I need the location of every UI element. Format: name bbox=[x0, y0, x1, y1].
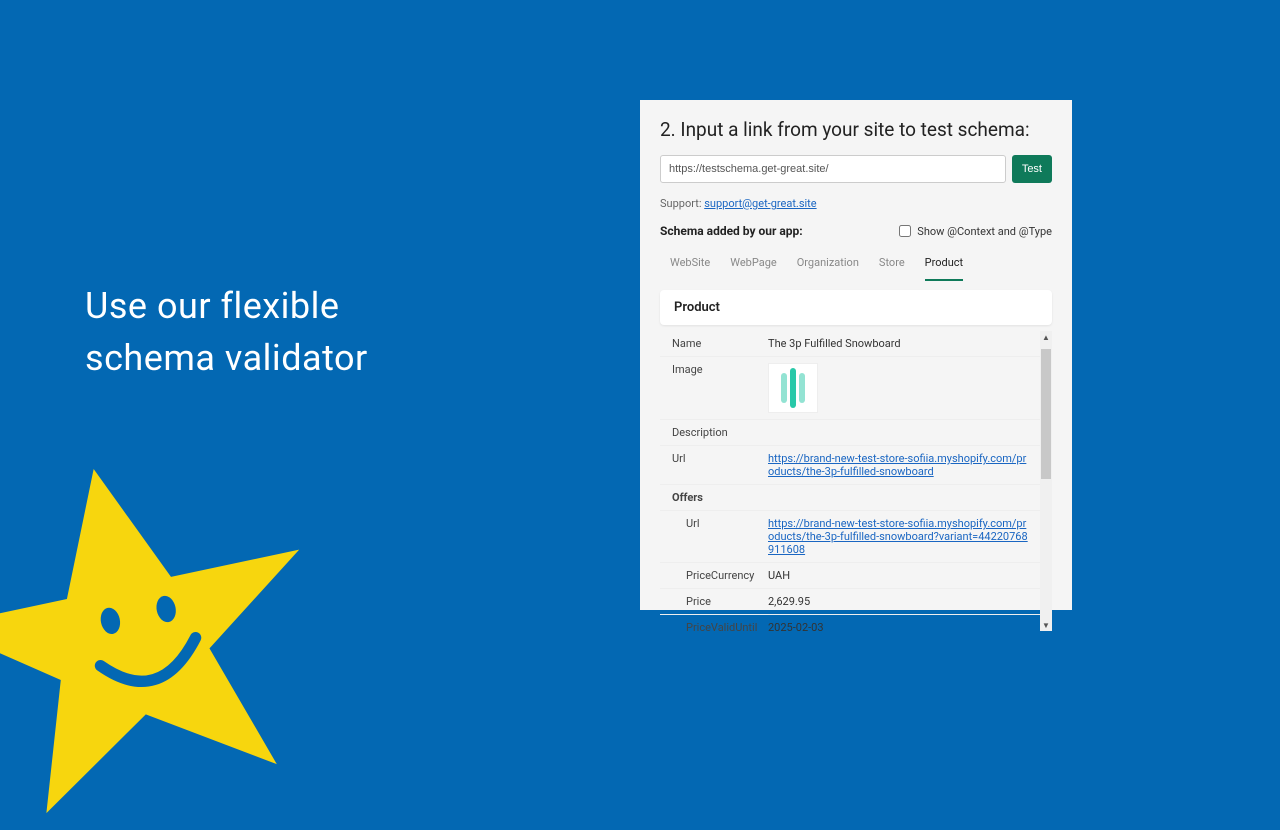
table-row-offer-url: Url https://brand-new-test-store-sofiia.… bbox=[660, 511, 1040, 563]
cell-key: Name bbox=[672, 337, 768, 350]
star-illustration bbox=[0, 450, 320, 830]
cell-value: https://brand-new-test-store-sofiia.mysh… bbox=[768, 517, 1028, 556]
tab-organization[interactable]: Organization bbox=[797, 248, 859, 281]
tab-webpage[interactable]: WebPage bbox=[730, 248, 776, 281]
scroll-up-icon[interactable]: ▲ bbox=[1040, 331, 1052, 343]
headline-line-1: Use our flexible bbox=[85, 285, 339, 327]
schema-added-label: Schema added by our app: bbox=[660, 224, 803, 238]
url-input-row: Test bbox=[660, 155, 1052, 183]
cell-value: UAH bbox=[768, 569, 1028, 582]
table-scrollbar[interactable]: ▲ ▼ bbox=[1040, 331, 1052, 631]
table-row-image: Image bbox=[660, 357, 1040, 420]
table-row-price: Price 2,629.95 bbox=[660, 589, 1040, 615]
show-context-toggle[interactable]: Show @Context and @Type bbox=[899, 225, 1052, 238]
schema-validator-panel: 2. Input a link from your site to test s… bbox=[640, 100, 1072, 610]
table-row-description: Description bbox=[660, 420, 1040, 446]
cell-value: 2025-02-03 bbox=[768, 621, 1028, 631]
cell-value: https://brand-new-test-store-sofiia.mysh… bbox=[768, 452, 1028, 478]
product-image-thumb bbox=[768, 363, 818, 413]
cell-value: The 3p Fulfilled Snowboard bbox=[768, 337, 1028, 350]
support-line: Support: support@get-great.site bbox=[660, 197, 1052, 210]
url-input[interactable] bbox=[660, 155, 1006, 183]
show-context-label: Show @Context and @Type bbox=[917, 225, 1052, 238]
cell-key: Image bbox=[672, 363, 768, 376]
cell-key: Offers bbox=[672, 491, 768, 504]
scroll-down-icon[interactable]: ▼ bbox=[1040, 619, 1052, 631]
tab-store[interactable]: Store bbox=[879, 248, 905, 281]
tab-website[interactable]: WebSite bbox=[670, 248, 710, 281]
table-row-name: Name The 3p Fulfilled Snowboard bbox=[660, 331, 1040, 357]
cell-value bbox=[768, 363, 1028, 413]
table-row-pricevaliduntil: PriceValidUntil 2025-02-03 bbox=[660, 615, 1040, 631]
table-row-offers: Offers bbox=[660, 485, 1040, 511]
panel-title: 2. Input a link from your site to test s… bbox=[660, 118, 1052, 141]
support-prefix: Support: bbox=[660, 197, 704, 210]
tab-product[interactable]: Product bbox=[925, 248, 963, 281]
table-row-pricecurrency: PriceCurrency UAH bbox=[660, 563, 1040, 589]
cell-key: Url bbox=[672, 517, 768, 530]
product-url-link[interactable]: https://brand-new-test-store-sofiia.mysh… bbox=[768, 452, 1026, 478]
scroll-thumb[interactable] bbox=[1041, 349, 1051, 479]
cell-key: PriceCurrency bbox=[672, 569, 768, 582]
schema-tabs: WebSite WebPage Organization Store Produ… bbox=[660, 248, 1052, 282]
cell-value: 2,629.95 bbox=[768, 595, 1028, 608]
schema-type-card: Product bbox=[660, 290, 1052, 325]
show-context-checkbox[interactable] bbox=[899, 225, 911, 237]
cell-key: Url bbox=[672, 452, 768, 465]
support-email-link[interactable]: support@get-great.site bbox=[704, 197, 816, 210]
schema-added-row: Schema added by our app: Show @Context a… bbox=[660, 224, 1052, 238]
schema-table: Name The 3p Fulfilled Snowboard Image De… bbox=[660, 331, 1052, 631]
cell-key: PriceValidUntil bbox=[672, 621, 768, 631]
table-row-url: Url https://brand-new-test-store-sofiia.… bbox=[660, 446, 1040, 485]
offer-url-link[interactable]: https://brand-new-test-store-sofiia.mysh… bbox=[768, 517, 1028, 556]
cell-key: Description bbox=[672, 426, 768, 439]
test-button[interactable]: Test bbox=[1012, 155, 1052, 183]
cell-key: Price bbox=[672, 595, 768, 608]
headline-line-2: schema validator bbox=[85, 337, 368, 379]
marketing-headline: Use our flexible schema validator bbox=[85, 280, 368, 384]
